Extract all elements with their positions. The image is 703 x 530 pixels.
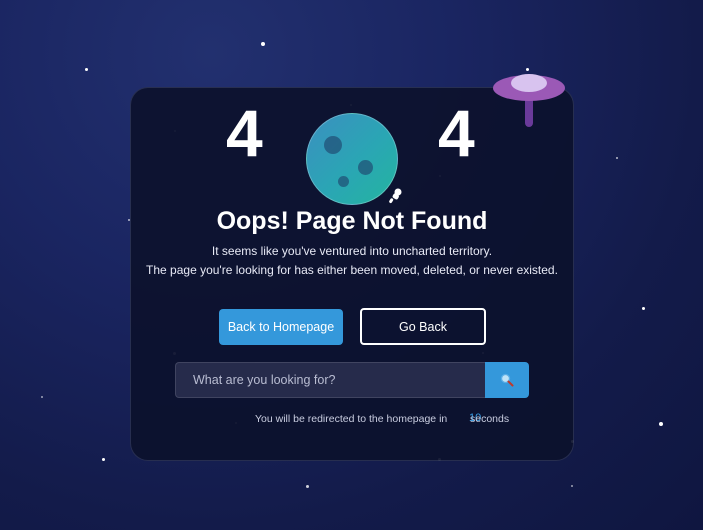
astronaut-icon [389, 188, 402, 204]
go-back-button[interactable]: Go Back [360, 308, 486, 345]
page-title: Oops! Page Not Found [216, 207, 488, 235]
star [642, 307, 645, 310]
back-to-homepage-button[interactable]: Back to Homepage [219, 309, 343, 345]
planet-crater [338, 176, 349, 187]
star [85, 68, 88, 71]
star [102, 458, 105, 461]
planet-crater [358, 160, 373, 175]
star [571, 485, 573, 487]
redirect-text-suffix: seconds [470, 413, 510, 425]
ufo-icon [493, 74, 565, 127]
search-button[interactable] [485, 362, 529, 398]
planet-icon [306, 113, 398, 205]
error-digit-right: 4 [438, 96, 475, 170]
planet-crater [324, 136, 342, 154]
star [659, 422, 663, 426]
error-message-line2: The page you're looking for has either b… [146, 263, 558, 277]
redirect-text-prefix: You will be redirected to the homepage i… [255, 413, 448, 425]
search-input[interactable] [175, 362, 486, 398]
star [261, 42, 265, 46]
star [306, 485, 309, 488]
star [616, 157, 618, 159]
error-message-line1: It seems like you've ventured into uncha… [211, 244, 493, 258]
star [41, 396, 43, 398]
magnifier-icon [500, 373, 514, 387]
error-digit-left: 4 [226, 96, 263, 170]
